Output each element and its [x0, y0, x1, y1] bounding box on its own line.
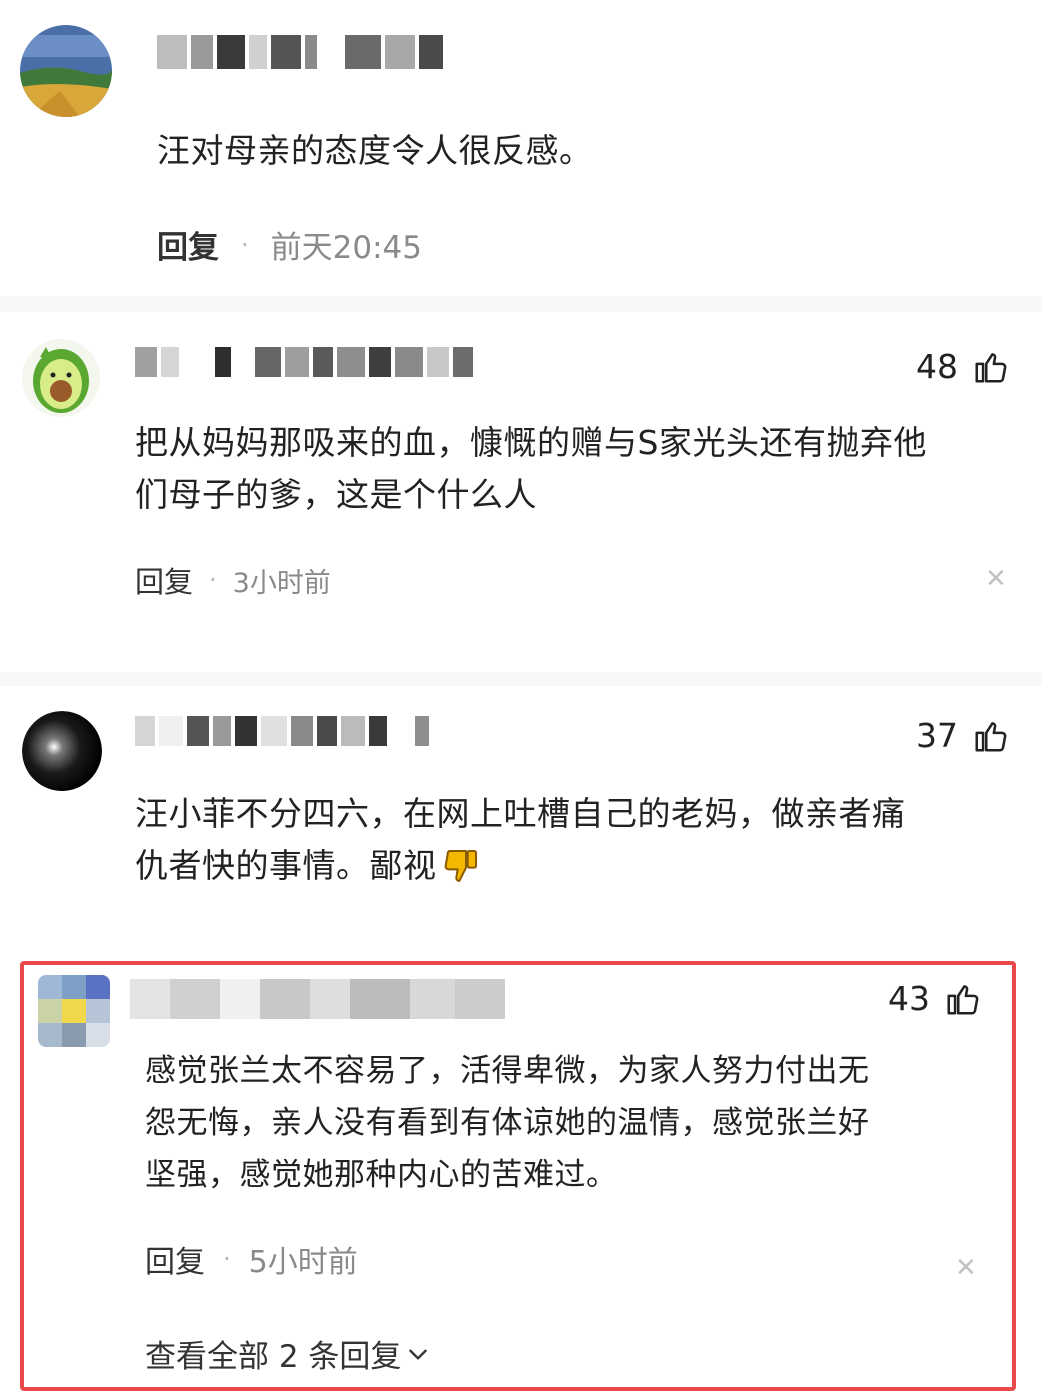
timestamp: 前天20:45 — [270, 230, 422, 266]
comment-4: 43 感觉张兰太不容易了，活得卑微，为家人努力付出无 怨无悔，亲人没有看到有体谅… — [0, 961, 1042, 1391]
avatar-landscape-image — [20, 25, 112, 117]
avatar[interactable] — [38, 975, 110, 1047]
comment-text: 把从妈妈那吸来的血，慷慨的赠与S家光头还有抛弃他 们母子的爹，这是个什么人 — [135, 417, 927, 521]
comment-text-line: 汪小菲不分四六，在网上吐槽自己的老妈，做亲者痛 — [135, 794, 906, 833]
comment-text-line: 把从妈妈那吸来的血，慷慨的赠与S家光头还有抛弃他 — [135, 423, 927, 462]
like-count-value: 43 — [888, 979, 930, 1018]
thumbs-up-icon[interactable] — [972, 348, 1010, 386]
close-icon[interactable]: ✕ — [985, 564, 1007, 594]
comment-text-line: 坚强，感觉她那种内心的苦难过。 — [145, 1157, 618, 1193]
avocado-avatar-image — [33, 347, 89, 413]
timestamp: 3小时前 — [232, 567, 331, 599]
separator-dot: · — [223, 1245, 231, 1273]
username-blurred[interactable] — [135, 347, 473, 377]
thumbs-up-icon[interactable] — [944, 980, 982, 1018]
comment-text-line: 仇者快的事情。鄙视 — [135, 846, 437, 885]
like-count[interactable]: 43 — [888, 979, 982, 1018]
like-count-value: 37 — [916, 716, 958, 755]
comment-text-line-with-emoji: 仇者快的事情。鄙视 — [135, 840, 906, 892]
avatar[interactable] — [22, 711, 102, 791]
like-count[interactable]: 48 — [916, 347, 1010, 386]
comment-meta: 回复 · 5小时前 — [145, 1237, 358, 1281]
like-count-value: 48 — [916, 347, 958, 386]
section-divider — [0, 672, 1042, 686]
thumbs-up-icon[interactable] — [972, 717, 1010, 755]
username-blurred[interactable] — [157, 35, 443, 69]
like-count[interactable]: 37 — [916, 716, 1010, 755]
comment-3: 37 汪小菲不分四六，在网上吐槽自己的老妈，做亲者痛 仇者快的事情。鄙视 — [0, 686, 1042, 946]
comment-1: 汪对母亲的态度令人很反感。 回复 · 前天20:45 — [0, 0, 1042, 300]
reply-button[interactable]: 回复 — [145, 1237, 205, 1281]
section-divider — [0, 296, 1042, 312]
comment-text: 感觉张兰太不容易了，活得卑微，为家人努力付出无 怨无悔，亲人没有看到有体谅她的温… — [145, 1045, 870, 1201]
separator-dot: · — [209, 566, 217, 594]
dark-sphere-avatar-image — [22, 711, 102, 791]
mosaic-avatar-image — [38, 975, 110, 1047]
username-blurred[interactable] — [130, 979, 505, 1019]
view-all-replies-label: 查看全部 2 条回复 — [145, 1339, 402, 1375]
close-icon[interactable]: ✕ — [955, 1253, 977, 1283]
comment-text: 汪小菲不分四六，在网上吐槽自己的老妈，做亲者痛 仇者快的事情。鄙视 — [135, 788, 906, 892]
reply-button[interactable]: 回复 — [157, 222, 219, 267]
comment-text-line: 感觉张兰太不容易了，活得卑微，为家人努力付出无 — [145, 1053, 870, 1089]
avatar[interactable] — [20, 25, 112, 117]
comment-meta: 回复 · 3小时前 — [135, 559, 331, 601]
avatar[interactable] — [22, 339, 100, 417]
reply-button[interactable]: 回复 — [135, 559, 193, 601]
comment-text-line: 们母子的爹，这是个什么人 — [135, 475, 537, 514]
comment-meta: 回复 · 前天20:45 — [157, 222, 422, 267]
chevron-down-icon — [409, 1349, 428, 1360]
thumbs-down-icon — [444, 850, 477, 882]
comment-text: 汪对母亲的态度令人很反感。 — [157, 131, 593, 170]
view-all-replies-button[interactable]: 查看全部 2 条回复 — [145, 1331, 431, 1376]
comment-text-line: 怨无悔，亲人没有看到有体谅她的温情，感觉张兰好 — [145, 1105, 870, 1141]
separator-dot: · — [241, 230, 249, 259]
username-blurred[interactable] — [135, 716, 429, 746]
timestamp: 5小时前 — [248, 1245, 358, 1280]
comment-2: 48 把从妈妈那吸来的血，慷慨的赠与S家光头还有抛弃他 们母子的爹，这是个什么人… — [0, 312, 1042, 672]
